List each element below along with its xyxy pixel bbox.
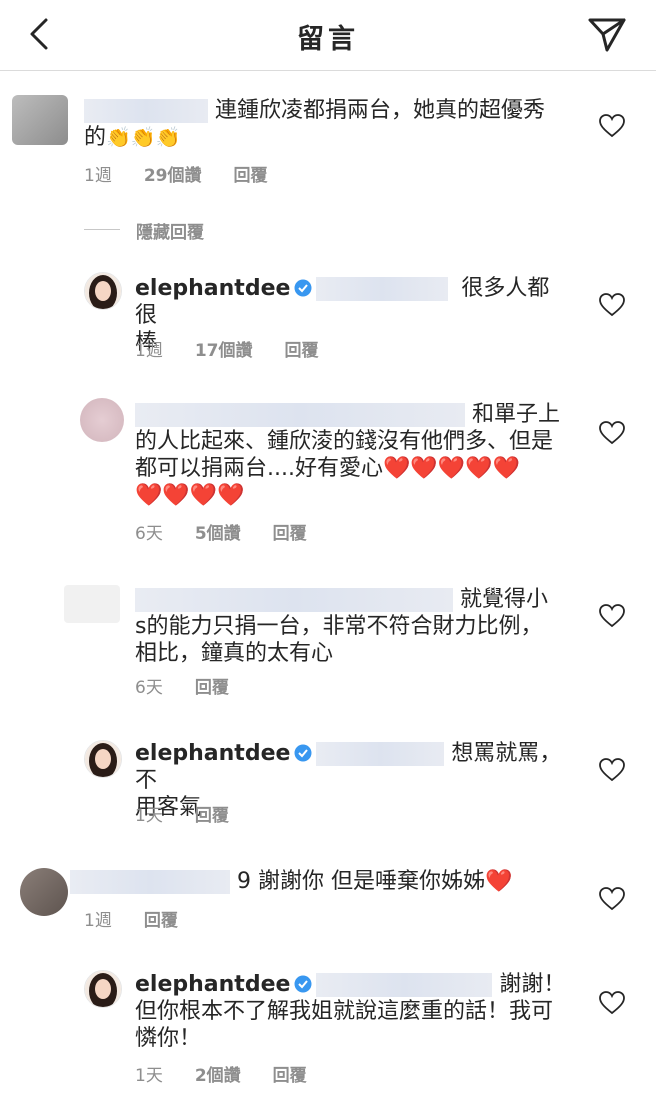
comment-meta: 1天 2個讚 回覆 [135, 1061, 339, 1086]
username[interactable]: elephantdee [135, 276, 290, 301]
like-heart-icon[interactable] [599, 604, 625, 628]
like-count[interactable]: 5個讚 [195, 524, 241, 544]
comment-body: 9 謝謝你 但是唾棄你姊姊 [237, 869, 485, 894]
comment-body-line2: 但你根本不了解我姐就說這麼重的話！我可 [135, 999, 554, 1024]
top-bar: 留言 [0, 0, 656, 71]
comment-meta: 1週 回覆 [84, 906, 210, 931]
comment-text: 和單子上 的人比起來、鍾欣淩的錢沒有他們多、但是 都可以捐兩台....好有愛心❤… [135, 401, 575, 509]
red-heart-emoji: ❤️❤️❤️❤️ [135, 483, 245, 508]
hidden-replies-toggle[interactable]: 隱藏回覆 [136, 218, 204, 243]
comment-meta: 1天 回覆 [135, 801, 261, 826]
comment-body: 謝謝！ [499, 972, 566, 997]
verified-badge-icon [294, 279, 312, 296]
masked-username[interactable] [84, 99, 208, 123]
comment-time: 6天 [135, 524, 163, 544]
comment-time: 1天 [135, 806, 163, 826]
profile-photo [85, 741, 121, 777]
avatar[interactable] [64, 585, 120, 623]
username[interactable]: elephantdee [135, 972, 290, 997]
comment-meta: 6天 5個讚 回覆 [135, 519, 339, 544]
comment-time: 1週 [84, 911, 112, 931]
reply-button[interactable]: 回覆 [285, 341, 319, 361]
reply-button[interactable]: 回覆 [144, 911, 178, 931]
avatar[interactable] [80, 398, 124, 442]
comment-text: 9 謝謝你 但是唾棄你姊姊❤️ [70, 868, 570, 895]
comment-meta: 1週 29個讚 回覆 [84, 161, 300, 186]
comment-meta: 1週 17個讚 回覆 [135, 336, 351, 361]
verified-badge-icon [294, 744, 312, 761]
avatar[interactable] [84, 272, 122, 310]
masked-mention[interactable] [316, 973, 493, 997]
comment-text: 連鍾欣凌都捐兩台，她真的超優秀 的👏👏👏 [84, 97, 564, 151]
comment-body-line2: 的人比起來、鍾欣淩的錢沒有他們多、但是 [135, 429, 554, 454]
red-heart-emoji: ❤️ [484, 869, 513, 894]
masked-username[interactable] [70, 870, 230, 894]
profile-photo [85, 971, 121, 1007]
avatar[interactable] [84, 740, 122, 778]
comment-text: 就覺得小 s的能力只捐一台，非常不符合財力比例， 相比，鐘真的太有心 [135, 586, 575, 667]
comment-time: 1週 [84, 166, 112, 186]
like-heart-icon[interactable] [599, 421, 625, 445]
paper-plane-icon [588, 18, 626, 52]
comment-body: 和單子上 [472, 402, 561, 427]
comment-time: 1週 [135, 341, 163, 361]
like-heart-icon[interactable] [599, 887, 625, 911]
comment-body-line2: 的 [84, 125, 107, 150]
comment-body-line2: s的能力只捐一台，非常不符合財力比例， [135, 614, 543, 639]
send-button[interactable] [586, 14, 628, 54]
comment-body: 連鍾欣凌都捐兩台，她真的超優秀 [215, 98, 546, 123]
reply-button[interactable]: 回覆 [273, 524, 307, 544]
clapping-hands-icon: 👏👏👏 [106, 125, 181, 149]
comment-body-line3: 都可以捐兩台....好有愛心 [135, 456, 383, 481]
like-count[interactable]: 2個讚 [195, 1066, 241, 1086]
reply-button[interactable]: 回覆 [195, 806, 229, 826]
comment-time: 6天 [135, 678, 163, 698]
divider-line [84, 229, 120, 230]
reply-button[interactable]: 回覆 [234, 166, 268, 186]
comment-meta: 6天 回覆 [135, 673, 261, 698]
masked-username[interactable] [135, 588, 453, 612]
reply-button[interactable]: 回覆 [273, 1066, 307, 1086]
avatar[interactable] [84, 970, 122, 1008]
red-heart-emoji: ❤️❤️❤️❤️❤️ [382, 456, 520, 481]
like-heart-icon[interactable] [599, 758, 625, 782]
comment-time: 1天 [135, 1066, 163, 1086]
page-title: 留言 [297, 24, 359, 55]
like-heart-icon[interactable] [599, 293, 625, 317]
like-count[interactable]: 17個讚 [195, 341, 253, 361]
avatar[interactable] [20, 868, 68, 916]
verified-badge-icon [294, 975, 312, 992]
comment-body: 就覺得小 [460, 587, 549, 612]
like-heart-icon[interactable] [599, 114, 625, 138]
masked-mention[interactable] [316, 742, 445, 766]
masked-mention[interactable] [316, 277, 449, 301]
masked-username[interactable] [135, 403, 465, 427]
like-count[interactable]: 29個讚 [144, 166, 202, 186]
username[interactable]: elephantdee [135, 741, 290, 766]
comment-body-line3: 相比，鐘真的太有心 [135, 641, 334, 666]
comment-text: elephantdee 謝謝！ 但你根本不了解我姐就說這麼重的話！我可 憐你！ [135, 971, 575, 1052]
avatar[interactable] [12, 95, 68, 145]
comment-body-line3: 憐你！ [135, 1026, 202, 1051]
like-heart-icon[interactable] [599, 991, 625, 1015]
reply-button[interactable]: 回覆 [195, 678, 229, 698]
profile-photo [85, 273, 121, 309]
